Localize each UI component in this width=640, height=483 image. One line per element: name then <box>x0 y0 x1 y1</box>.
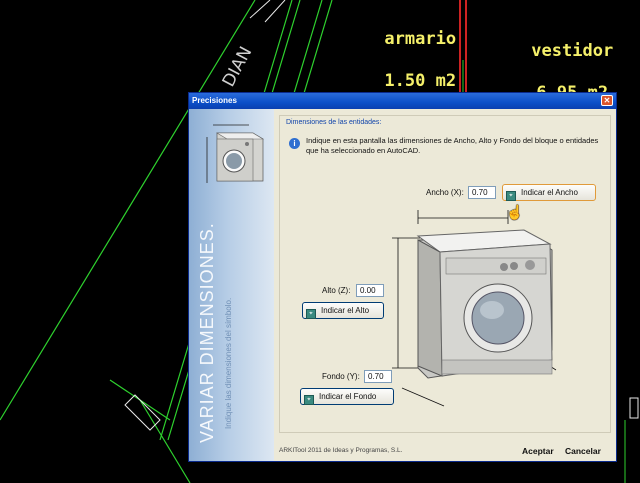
alto-input[interactable] <box>356 284 384 297</box>
fondo-label: Fondo (Y): <box>322 372 360 381</box>
copyright-footer: ARKITool 2011 de Ideas y Programas, S.L. <box>279 447 403 454</box>
indicar-ancho-button[interactable]: ⌖ Indicar el Ancho <box>502 184 596 201</box>
pick-point-icon: ⌖ <box>306 309 316 319</box>
cad-door-symbol <box>124 394 161 431</box>
sidebar-subtitle: Indique las dimensiones del símbolo. <box>224 297 233 429</box>
indicar-fondo-button[interactable]: ⌖ Indicar el Fondo <box>300 388 394 405</box>
button-label: Indicar el Fondo <box>319 392 377 401</box>
cad-line <box>264 0 286 23</box>
panel-header: Dimensiones de las entidades: <box>286 119 382 126</box>
info-icon: i <box>289 138 300 149</box>
dialog-title-bar[interactable]: Precisiones ✕ <box>189 93 616 109</box>
sidebar-title: VARIAR DIMENSIONES. <box>197 222 217 443</box>
ancho-input[interactable] <box>468 186 496 199</box>
mouse-cursor-icon: ☝ <box>506 204 524 220</box>
info-text: Indique en esta pantalla las dimensiones… <box>306 136 599 155</box>
accept-button[interactable]: Aceptar <box>522 446 554 456</box>
alto-label: Alto (Z): <box>322 286 351 295</box>
fondo-input[interactable] <box>364 370 392 383</box>
precisiones-dialog: Precisiones ✕ VARIAR DIMENSIONES. Indiqu… <box>188 92 617 462</box>
close-button[interactable]: ✕ <box>601 95 613 106</box>
pick-point-icon: ⌖ <box>304 395 314 405</box>
indicar-alto-button[interactable]: ⌖ Indicar el Alto <box>302 302 384 319</box>
ancho-label: Ancho (X): <box>426 188 464 197</box>
room-name: armario <box>384 29 457 49</box>
button-label: Indicar el Alto <box>321 306 370 315</box>
button-label: Indicar el Ancho <box>521 188 578 197</box>
dimensions-panel: Dimensiones de las entidades: i Indique … <box>279 115 611 433</box>
close-icon: ✕ <box>603 96 611 105</box>
room-area: 1.50 m2 <box>384 71 457 91</box>
cancel-button[interactable]: Cancelar <box>565 446 601 456</box>
room-name: vestidor <box>531 41 614 61</box>
washing-machine-illustration <box>392 210 557 407</box>
cad-box <box>629 397 639 419</box>
dialog-title: Precisiones <box>192 96 237 105</box>
dialog-sidebar: VARIAR DIMENSIONES. Indique las dimensio… <box>189 109 274 461</box>
cad-line <box>139 399 191 483</box>
room-label-armario: armario 1.50 m2 <box>360 8 460 92</box>
pick-point-icon: ⌖ <box>506 191 516 201</box>
